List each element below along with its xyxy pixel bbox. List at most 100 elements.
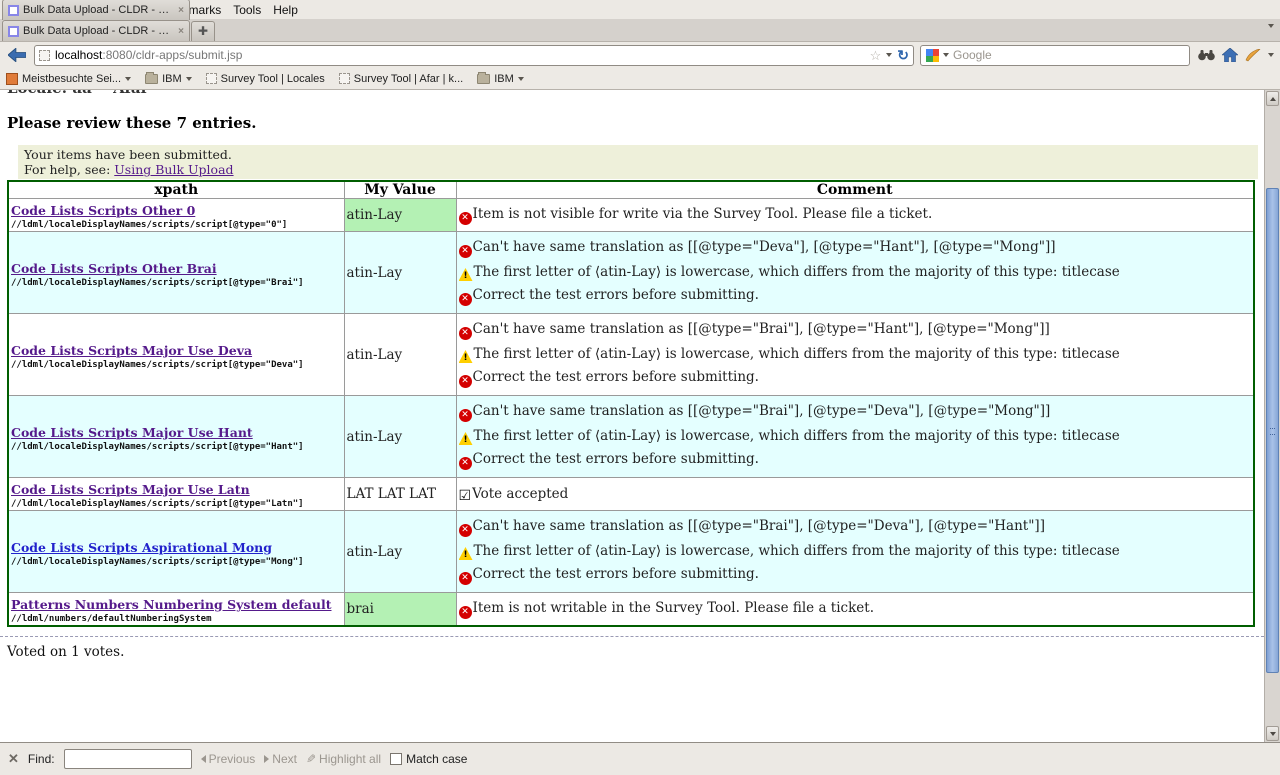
bookmark-item-4[interactable]: Survey Tool | Afar | k...: [339, 73, 463, 85]
search-placeholder[interactable]: Google: [953, 48, 1184, 62]
comment-line: The first letter of ⟨atin-Lay⟩ is lowerc…: [459, 543, 1252, 560]
comment-line: Can't have same translation as [[@type="…: [459, 518, 1252, 537]
list-all-tabs-icon[interactable]: [1268, 24, 1274, 28]
binoculars-icon[interactable]: [1198, 49, 1215, 62]
bulk-upload-help-link[interactable]: Using Bulk Upload: [114, 162, 233, 177]
table-row-6: Code Lists Scripts Aspirational Mong//ld…: [8, 511, 1254, 593]
xpath-link[interactable]: Code Lists Scripts Other 0: [11, 203, 195, 218]
comment-line: Correct the test errors before submittin…: [459, 287, 1252, 306]
comment-cell: Item is not visible for write via the Su…: [456, 199, 1254, 232]
scrollbar-thumb[interactable]: [1266, 188, 1279, 673]
scroll-down-button[interactable]: [1266, 726, 1279, 741]
xpath-link[interactable]: Code Lists Scripts Major Use Deva: [11, 343, 252, 358]
comment-cell: Vote accepted: [456, 478, 1254, 511]
tab-bar: SurveyTool File Submission | ...×Bulk Da…: [0, 19, 1280, 42]
error-icon: [459, 375, 472, 388]
search-bar[interactable]: Google: [920, 45, 1190, 66]
xpath-path: //ldml/localeDisplayNames/scripts/script…: [11, 442, 342, 452]
page-icon: [206, 73, 217, 84]
vertical-scrollbar[interactable]: [1264, 90, 1280, 742]
menu-help[interactable]: Help: [267, 2, 304, 18]
page-icon: [339, 73, 350, 84]
xpath-link[interactable]: Code Lists Scripts Major Use Latn: [11, 482, 250, 497]
next-icon: [264, 755, 269, 763]
tab-3[interactable]: Bulk Data Upload - CLDR - Un... ×: [2, 20, 190, 41]
url-dropdown-icon[interactable]: [886, 53, 892, 57]
bookmark-label: Survey Tool | Locales: [221, 73, 325, 85]
url-text[interactable]: localhost:8080/cldr-apps/submit.jsp: [55, 48, 865, 62]
tab-title: Bulk Data Upload - CLDR - Un...: [23, 25, 174, 37]
comment-line: Can't have same translation as [[@type="…: [459, 403, 1252, 422]
comment-text: Correct the test errors before submittin…: [473, 451, 759, 467]
error-icon: [459, 327, 472, 340]
tab-2[interactable]: Bulk Data Upload - CLDR - Un...×: [2, 0, 190, 20]
bookmark-label: IBM: [162, 73, 182, 85]
new-tab-button[interactable]: ✚: [191, 21, 215, 41]
xpath-path: //ldml/localeDisplayNames/scripts/script…: [11, 360, 342, 370]
comment-line: Can't have same translation as [[@type="…: [459, 239, 1252, 258]
bookmark-item-2[interactable]: IBM: [145, 73, 192, 85]
tab-close-icon[interactable]: ×: [178, 26, 184, 37]
comment-cell: Can't have same translation as [[@type="…: [456, 511, 1254, 593]
menu-tools[interactable]: Tools: [227, 2, 267, 18]
search-engine-dropdown-icon[interactable]: [943, 53, 949, 57]
bookmark-dropdown-icon[interactable]: [125, 77, 131, 81]
quill-icon[interactable]: [1245, 49, 1261, 62]
xpath-cell: Code Lists Scripts Major Use Latn//ldml/…: [8, 478, 344, 511]
scroll-up-button[interactable]: [1266, 91, 1279, 106]
xpath-link[interactable]: Code Lists Scripts Aspirational Mong: [11, 540, 272, 555]
comment-text: The first letter of ⟨atin-Lay⟩ is lowerc…: [474, 543, 1120, 559]
warning-icon: [459, 350, 473, 363]
xpath-link[interactable]: Patterns Numbers Numbering System defaul…: [11, 597, 332, 612]
comment-text: Item is not visible for write via the Su…: [473, 206, 933, 222]
submission-notice: Your items have been submitted. For help…: [18, 145, 1258, 179]
my-value-cell: atin-Lay: [344, 396, 456, 478]
table-row-5: Code Lists Scripts Major Use Latn//ldml/…: [8, 478, 1254, 511]
bookmark-label: IBM: [494, 73, 514, 85]
vote-count-text: Voted on 1 votes.: [7, 644, 1264, 660]
highlight-all-button[interactable]: ✎Highlight all: [306, 752, 381, 766]
page-content: Locale: aa - 'Afar' Please review these …: [0, 90, 1280, 742]
bookmark-item-3[interactable]: Survey Tool | Locales: [206, 73, 325, 85]
xpath-path: //ldml/numbers/defaultNumberingSystem: [11, 614, 342, 624]
warning-icon: [459, 268, 473, 281]
table-header-row: xpath My Value Comment: [8, 181, 1254, 199]
error-icon: [459, 409, 472, 422]
site-favicon: [39, 50, 50, 61]
home-icon[interactable]: [1222, 48, 1238, 62]
table-row-2: Code Lists Scripts Other Brai//ldml/loca…: [8, 232, 1254, 314]
error-icon: [459, 524, 472, 537]
back-button[interactable]: [6, 45, 28, 65]
comment-text: Can't have same translation as [[@type="…: [473, 403, 1051, 419]
table-row-7: Patterns Numbers Numbering System defaul…: [8, 593, 1254, 627]
bookmark-item-5[interactable]: IBM: [477, 73, 524, 85]
xpath-cell: Code Lists Scripts Major Use Hant //ldml/…: [8, 396, 344, 478]
bookmark-star-icon[interactable]: ☆: [870, 49, 882, 62]
bookmark-dropdown-icon[interactable]: [518, 77, 524, 81]
toolbar-overflow-icon[interactable]: [1268, 53, 1274, 57]
find-input[interactable]: [64, 749, 192, 769]
comment-cell: Can't have same translation as [[@type="…: [456, 232, 1254, 314]
tab-favicon-icon: [8, 5, 19, 16]
xpath-link[interactable]: Code Lists Scripts Major Use Hant: [11, 425, 253, 440]
bookmark-dropdown-icon[interactable]: [186, 77, 192, 81]
find-previous-button[interactable]: Previous: [201, 752, 256, 766]
bookmark-item-1[interactable]: Meistbesuchte Sei...: [6, 73, 131, 85]
find-bar: ✕ Find: Previous Next ✎Highlight all Mat…: [0, 742, 1280, 775]
reload-icon[interactable]: ↻: [897, 48, 909, 62]
tab-close-icon[interactable]: ×: [178, 5, 184, 16]
xpath-link[interactable]: Code Lists Scripts Other Brai: [11, 261, 217, 276]
xpath-cell: Code Lists Scripts Other Brai//ldml/loca…: [8, 232, 344, 314]
comment-text: Item is not writable in the Survey Tool.…: [473, 600, 874, 616]
my-value-cell: atin-Lay: [344, 511, 456, 593]
match-case-toggle[interactable]: Match case: [390, 752, 467, 766]
comment-cell: Item is not writable in the Survey Tool.…: [456, 593, 1254, 627]
match-case-checkbox[interactable]: [390, 753, 402, 765]
comment-cell: Can't have same translation as [[@type="…: [456, 314, 1254, 396]
find-close-icon[interactable]: ✕: [8, 751, 19, 767]
url-bar[interactable]: localhost:8080/cldr-apps/submit.jsp ☆ ↻: [34, 45, 914, 66]
navigation-toolbar: localhost:8080/cldr-apps/submit.jsp ☆ ↻ …: [0, 42, 1280, 68]
find-next-button[interactable]: Next: [264, 752, 297, 766]
xpath-cell: Patterns Numbers Numbering System defaul…: [8, 593, 344, 627]
comment-text: Correct the test errors before submittin…: [473, 566, 759, 582]
